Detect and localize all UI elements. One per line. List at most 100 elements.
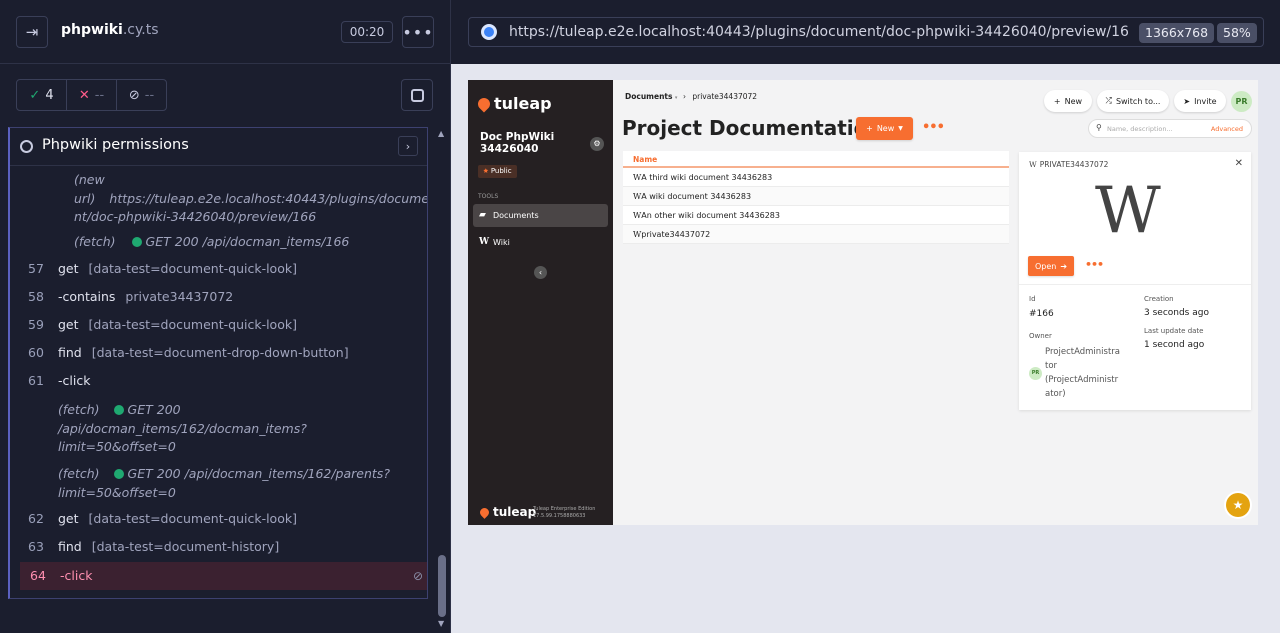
breadcrumb-documents[interactable]: Documents [625, 92, 672, 101]
log-scrollbar[interactable]: ▲ ▼ [436, 127, 448, 633]
feedback-star-icon[interactable]: ★ [1226, 493, 1250, 517]
folder-actions-ellipsis-icon[interactable]: ••• [922, 120, 945, 135]
run-timer: 00:20 [341, 21, 393, 43]
document-quick-look: W PRIVATE34437072 ✕ W Open ➔ ••• Id #166 C… [1019, 152, 1251, 410]
url-field[interactable]: https://tuleap.e2e.localhost:40443/plugi… [468, 17, 1264, 47]
user-avatar[interactable]: PR [1231, 91, 1252, 112]
table-row[interactable]: WAn other wiki document 34436283 [623, 206, 1009, 225]
public-icon: 🟊 [483, 167, 491, 175]
breadcrumb-folder[interactable]: private34437072 [692, 92, 757, 101]
browser-icon [481, 24, 497, 40]
arrow-right-icon: ➔ [1060, 261, 1068, 271]
sidebar-item-documents[interactable]: ▰ Documents [473, 204, 608, 227]
test-suite: Phpwiki permissions › (new url) https://t… [8, 127, 428, 599]
owner-avatar: PR [1029, 367, 1042, 380]
ellipsis-icon: ••• [402, 22, 434, 42]
sidebar-item-wiki[interactable]: W Wiki [473, 231, 608, 254]
suite-title: Phpwiki permissions [42, 137, 189, 153]
tuleap-logo-icon [475, 95, 493, 113]
invite-button[interactable]: ➤ Invite [1174, 90, 1226, 112]
fetch-log: (fetch) GET 200 /api/docman_items/166 [74, 234, 350, 249]
status-dot-icon [131, 237, 142, 247]
command-row-active[interactable]: 64 -click ⊘ [20, 562, 427, 590]
folder-icon: ▰ [479, 210, 486, 220]
test-stats: ✓ 4 ✕ -- ⊘ -- [16, 79, 167, 111]
close-icon[interactable]: ✕ [1235, 158, 1243, 169]
status-dot-icon [113, 469, 124, 479]
suite-header[interactable]: Phpwiki permissions › [10, 128, 427, 166]
command-row[interactable]: 61 -click [18, 373, 426, 388]
update-label: Last update date [1144, 327, 1204, 335]
project-settings-gear-icon[interactable]: ⚙ [590, 137, 604, 151]
owner-name[interactable]: ProjectAdministra tor (ProjectAdministr ato… [1045, 345, 1120, 401]
toggle-specs-button[interactable]: ⇥ [16, 16, 48, 48]
update-value: 1 second ago [1144, 340, 1205, 350]
breadcrumb: Documents ▾ › private34437072 [625, 92, 757, 101]
new-url-log: (new url) https://tuleap.e2e.localhost:40… [74, 172, 428, 224]
collapse-sidebar-icon[interactable]: ‹ [534, 266, 547, 279]
chevron-right-icon[interactable]: › [398, 136, 418, 156]
tuleap-app: tuleap Doc PhpWiki 34426040 ⚙ 🟊 Public T… [468, 80, 1258, 525]
status-dot-icon [113, 405, 124, 415]
viewport-size-badge: 1366x768 [1139, 23, 1215, 43]
document-actions-ellipsis-icon[interactable]: ••• [1085, 258, 1104, 271]
chevron-down-icon: ▾ [674, 95, 679, 101]
wikipedia-icon: W [633, 211, 642, 220]
collapse-icon: ⇥ [25, 23, 39, 41]
command-row[interactable]: 60 find [data-test=document-drop-down-butt… [18, 345, 426, 360]
breadcrumb-separator-icon: › [682, 92, 686, 101]
scrollbar-thumb[interactable] [438, 555, 446, 617]
runner-header: ⇥ phpwiki.cy.ts 00:20 ••• [0, 0, 450, 64]
cross-icon: ✕ [78, 87, 90, 103]
more-options-button[interactable]: ••• [402, 16, 434, 48]
scroll-down-icon: ▼ [438, 619, 445, 628]
passed-count: ✓ 4 [17, 80, 67, 110]
stop-button[interactable] [401, 79, 433, 111]
url-bar: https://tuleap.e2e.localhost:40443/plugi… [451, 0, 1280, 64]
shuffle-icon: ⤮ [1105, 96, 1112, 105]
plus-icon: + [1053, 96, 1061, 106]
visibility-badge: 🟊 Public [478, 165, 517, 178]
plus-icon: + [866, 124, 873, 133]
table-row[interactable]: WA third wiki document 34436283 [623, 168, 1009, 187]
advanced-search-link[interactable]: Advanced [1211, 125, 1243, 133]
table-row[interactable]: WA wiki document 34436283 [623, 187, 1009, 206]
header-new-button[interactable]: + New [1044, 90, 1092, 112]
tools-label: TOOLS [478, 193, 499, 200]
page-title: Project Documentation [622, 116, 882, 140]
command-row[interactable]: 62 get [data-test=document-quick-look] [18, 511, 426, 526]
fetch-log: (fetch) GET 200 /api/docman_items/162/doc… [58, 402, 307, 454]
creation-label: Creation [1144, 295, 1174, 303]
creation-value: 3 seconds ago [1144, 308, 1209, 318]
eye-slash-icon: ⊘ [412, 569, 423, 583]
project-name[interactable]: Doc PhpWiki 34426040 [480, 131, 580, 155]
id-label: Id [1029, 295, 1036, 303]
command-row[interactable]: 57 get [data-test=document-quick-look] [18, 261, 426, 276]
running-spinner-icon [20, 140, 33, 153]
tuleap-logo-icon [478, 506, 491, 519]
divider [1019, 284, 1251, 285]
command-row[interactable]: 59 get [data-test=document-quick-look] [18, 317, 426, 332]
document-main: Documents ▾ › private34437072 + New ⤮ Swit… [613, 80, 1258, 525]
document-search-field[interactable]: ⚲ Name, description... Advanced [1088, 119, 1252, 138]
app-preview-pane: https://tuleap.e2e.localhost:40443/plugi… [450, 0, 1280, 633]
open-document-button[interactable]: Open ➔ [1028, 256, 1074, 276]
zoom-badge: 58% [1217, 23, 1257, 43]
table-header-name[interactable]: Name [623, 151, 1009, 168]
send-icon: ➤ [1183, 96, 1191, 106]
quicklook-title: W PRIVATE34437072 [1029, 160, 1109, 169]
cypress-command-log: ⇥ phpwiki.cy.ts 00:20 ••• ✓ 4 ✕ -- ⊘ -- Php… [0, 0, 450, 633]
owner-label: Owner [1029, 332, 1052, 340]
new-document-button[interactable]: + New ▼ [856, 117, 913, 140]
spec-file-name: phpwiki.cy.ts [61, 22, 159, 38]
wikipedia-icon: W [633, 192, 642, 201]
table-row[interactable]: Wprivate34437072 [623, 225, 1009, 244]
edition-info: Tuleap Enterprise Edition 17.5.99.1758880… [533, 506, 596, 519]
pending-count: ⊘ -- [128, 87, 155, 103]
wikipedia-icon: W [633, 173, 642, 182]
tuleap-logo[interactable]: tuleap [475, 94, 552, 113]
id-value: #166 [1029, 309, 1054, 319]
command-row[interactable]: 58 -contains private34437072 [18, 289, 426, 304]
switch-to-button[interactable]: ⤮ Switch to... [1097, 90, 1169, 112]
command-row[interactable]: 63 find [data-test=document-history] [18, 539, 426, 554]
